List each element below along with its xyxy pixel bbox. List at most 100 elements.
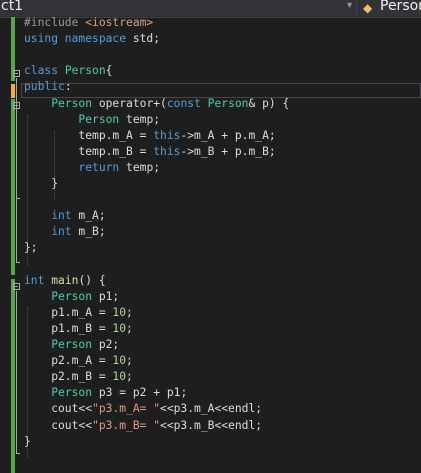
- code-token: Person: [51, 338, 93, 351]
- collapse-function-icon[interactable]: [13, 102, 20, 109]
- code-token: temp;: [119, 160, 161, 174]
- code-line[interactable]: #include <iostream>: [24, 15, 153, 31]
- code-token: 10: [112, 321, 127, 335]
- code-token: "p3.m_A= ": [92, 402, 161, 416]
- collapse-main-icon[interactable]: [13, 283, 20, 290]
- code-line[interactable]: }: [24, 176, 58, 192]
- code-token: p1;: [92, 289, 120, 303]
- code-line[interactable]: Person temp;: [24, 112, 160, 128]
- fold-end-marker: [16, 453, 20, 454]
- code-token: & p) {: [248, 96, 290, 110]
- code-line[interactable]: temp.m_A = this->m_A + p.m_A;: [24, 128, 276, 144]
- code-token: <iostream>: [85, 16, 154, 29]
- code-token: }: [24, 177, 59, 190]
- code-line[interactable]: int m_B;: [24, 224, 106, 240]
- chevron-down-icon: ▾: [346, 0, 352, 11]
- project-dropdown[interactable]: ct1 ▾: [0, 0, 357, 16]
- change-tracking-margin: [5, 17, 15, 473]
- code-line[interactable]: p2.m_A = 10;: [24, 353, 133, 369]
- change-marker: [11, 279, 15, 473]
- code-token: p1.m_B =: [24, 321, 113, 335]
- code-token: {: [105, 64, 113, 78]
- code-line[interactable]: Person operator+(const Person& p) {: [24, 96, 289, 112]
- code-line[interactable]: cout<<"p3.m_B= "<<p3.m_B<<endl;: [24, 418, 262, 434]
- code-token: return: [78, 160, 120, 174]
- code-token: p3 = p2 + p1;: [92, 386, 188, 400]
- code-line[interactable]: public:: [24, 79, 72, 95]
- code-token: }: [24, 434, 31, 448]
- code-token: m_B;: [71, 225, 106, 239]
- code-line[interactable]: Person p1;: [24, 289, 119, 305]
- collapse-class-icon[interactable]: [13, 70, 20, 77]
- code-token: p2.m_A =: [24, 354, 113, 368]
- code-token: public: [24, 80, 65, 94]
- code-line[interactable]: Person p2;: [24, 337, 119, 353]
- change-marker-unsaved: [11, 84, 15, 98]
- class-icon: ◆: [363, 1, 373, 15]
- code-token: using namespace: [24, 32, 133, 46]
- code-line[interactable]: p1.m_A = 10;: [24, 305, 133, 321]
- code-line[interactable]: }: [24, 434, 31, 450]
- code-line[interactable]: Person p3 = p2 + p1;: [24, 385, 187, 401]
- code-line[interactable]: class Person{: [24, 63, 112, 79]
- code-token: ->m_A + p.m_A;: [180, 128, 276, 142]
- code-token: <<p3.m_B<<endl;: [160, 418, 263, 432]
- code-token: Person: [51, 289, 93, 303]
- fold-guide-line: [16, 291, 17, 453]
- code-token: ;: [126, 305, 133, 319]
- fold-end-marker: [16, 262, 20, 263]
- code-token: 10: [112, 370, 127, 384]
- code-line[interactable]: p2.m_B = 10;: [24, 369, 133, 385]
- code-token: ;: [126, 370, 133, 384]
- code-editor[interactable]: #include <iostream> using namespace std; c…: [0, 15, 421, 473]
- code-token: "p3.m_B= ": [92, 418, 161, 432]
- code-token: ;: [126, 354, 133, 368]
- code-token: cout<<: [24, 402, 93, 416]
- member-dropdown[interactable]: ◆ Persor: [357, 0, 421, 16]
- code-line[interactable]: int m_A;: [24, 208, 106, 224]
- code-token: operator+(: [92, 96, 167, 110]
- code-token: Person: [64, 64, 106, 78]
- code-token: cout<<: [24, 418, 93, 432]
- code-token: };: [24, 241, 38, 255]
- code-token: int: [24, 273, 52, 287]
- code-token: 10: [112, 354, 127, 368]
- code-token: Person: [51, 386, 93, 400]
- code-line[interactable]: p1.m_B = 10;: [24, 321, 133, 337]
- code-token: Person: [78, 112, 120, 126]
- code-token: int: [51, 225, 72, 239]
- code-token: temp.m_A =: [24, 128, 154, 142]
- code-line[interactable]: return temp;: [24, 160, 160, 176]
- code-token: p2;: [92, 338, 120, 351]
- code-token: Person: [51, 96, 93, 110]
- code-token: p1.m_A =: [24, 305, 113, 319]
- project-dropdown-label: ct1: [1, 0, 24, 14]
- code-line[interactable]: temp.m_B = this->m_B + p.m_B;: [24, 144, 276, 160]
- code-line[interactable]: };: [24, 240, 38, 256]
- code-token: ;: [126, 321, 133, 335]
- code-line[interactable]: int main() {: [24, 273, 106, 289]
- member-dropdown-label: Persor: [380, 0, 421, 14]
- code-token: ->m_B + p.m_B;: [180, 144, 276, 158]
- code-token: class: [24, 64, 65, 78]
- code-token: p2.m_B =: [24, 370, 113, 384]
- code-token: temp;: [119, 112, 161, 126]
- code-token: 10: [112, 305, 127, 319]
- code-token: main: [51, 273, 79, 287]
- code-token: temp.m_B =: [24, 144, 154, 158]
- code-line[interactable]: cout<<"p3.m_A= "<<p3.m_A<<endl;: [24, 401, 262, 417]
- code-token: Person: [207, 96, 249, 110]
- code-token: m_A;: [71, 209, 106, 223]
- code-token: std;: [132, 32, 161, 46]
- code-line[interactable]: using namespace std;: [24, 31, 160, 47]
- code-token: #include: [24, 16, 86, 29]
- code-token: this: [153, 144, 181, 158]
- code-token: this: [153, 128, 181, 142]
- code-token: const: [166, 96, 208, 110]
